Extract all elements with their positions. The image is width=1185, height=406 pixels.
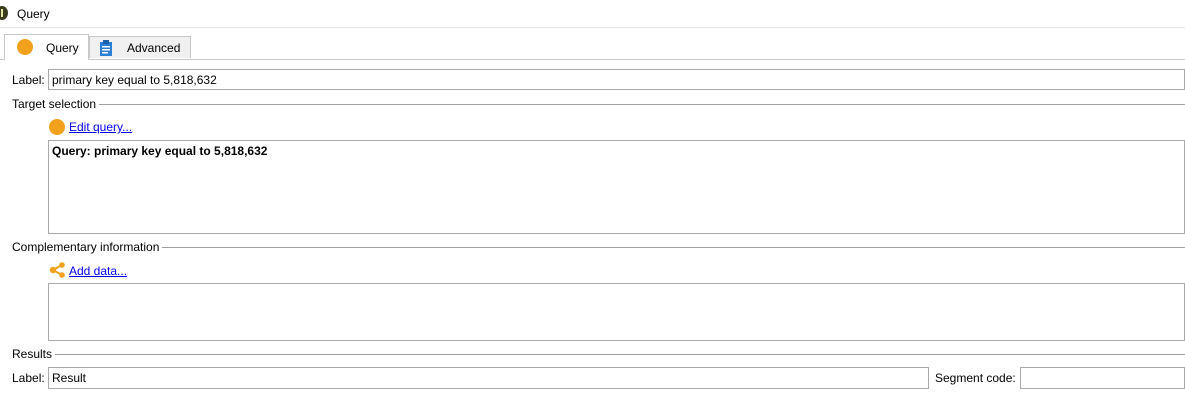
complementary-info-title: Complementary information — [12, 240, 163, 254]
edit-query-link[interactable]: Edit query... — [69, 120, 132, 134]
target-selection-title: Target selection — [12, 97, 100, 111]
results-label-input[interactable]: Result — [48, 367, 929, 389]
group-divider — [99, 104, 1185, 105]
tab-query-label: Query — [46, 41, 79, 55]
label-input[interactable]: primary key equal to 5,818,632 — [48, 69, 1185, 90]
query-editor-window: Query Query Advanced Label: primary key … — [0, 0, 1185, 406]
segment-code-caption: Segment code: — [935, 371, 1016, 385]
share-nodes-icon — [49, 262, 65, 278]
label-caption: Label: — [12, 73, 45, 87]
tab-advanced[interactable]: Advanced — [89, 36, 191, 58]
query-description-text: Query: primary key equal to 5,818,632 — [52, 144, 268, 158]
title-bar: Query — [0, 0, 1185, 28]
query-description-box[interactable]: Query: primary key equal to 5,818,632 — [48, 140, 1185, 234]
add-data-link[interactable]: Add data... — [69, 264, 127, 278]
results-title: Results — [12, 347, 56, 361]
complementary-info-group: Complementary information — [12, 240, 1185, 254]
app-logo-icon — [0, 6, 8, 20]
tab-advanced-label: Advanced — [127, 41, 181, 55]
clipboard-icon — [100, 40, 112, 56]
target-selection-group: Target selection — [12, 97, 1185, 111]
results-label-caption: Label: — [12, 371, 45, 385]
group-divider — [162, 247, 1185, 248]
complementary-data-box[interactable] — [48, 283, 1185, 341]
tab-bar: Query Advanced — [0, 34, 1185, 60]
results-group: Results — [12, 347, 1185, 361]
orange-circle-icon — [17, 39, 33, 55]
query-status-icon — [49, 119, 65, 135]
tab-query[interactable]: Query — [4, 34, 89, 60]
group-divider — [55, 354, 1185, 355]
segment-code-input[interactable] — [1020, 367, 1185, 389]
window-title: Query — [17, 7, 50, 21]
